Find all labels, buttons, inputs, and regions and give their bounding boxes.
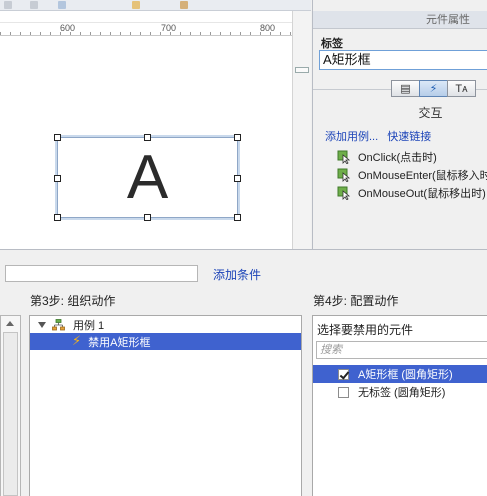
search-input[interactable]: 搜索 (316, 341, 487, 359)
widget-checkbox[interactable] (338, 368, 349, 380)
event-onmouseenter[interactable]: OnMouseEnter(鼠标移入时 (337, 166, 487, 184)
ruler-tick (0, 32, 1, 35)
add-case-link[interactable]: 添加用例... (325, 131, 378, 143)
event-onclick[interactable]: OnClick(点击时) (337, 148, 487, 166)
widget-row[interactable]: 无标签 (圆角矩形) (313, 383, 487, 401)
ruler-tick (180, 32, 181, 35)
resize-handle[interactable] (144, 214, 151, 221)
actions-scrollbar[interactable] (0, 315, 21, 496)
rectangle-widget[interactable]: A (57, 137, 238, 218)
config-title: 选择要禁用的元件 (317, 323, 414, 337)
resize-handle[interactable] (54, 134, 61, 141)
widget-checkbox[interactable] (338, 386, 349, 398)
ruler-tick (110, 32, 111, 35)
widget-label: A矩形框 (圆角矩形) (358, 369, 453, 381)
resize-handle[interactable] (54, 214, 61, 221)
case-icon (52, 318, 65, 331)
ruler-label: 600 (60, 23, 76, 33)
event-label: OnMouseEnter(鼠标移入时 (358, 170, 487, 182)
scroll-up-icon[interactable] (6, 321, 14, 326)
align-icon[interactable] (30, 1, 38, 9)
event-label: OnMouseOut(鼠标移出时) (358, 188, 486, 200)
ruler-tick (120, 32, 121, 35)
property-tabs: ▤ ⚡ Tᴀ (391, 80, 476, 97)
color-icon[interactable] (58, 1, 66, 9)
ruler-tick (170, 32, 171, 35)
event-onmouseout[interactable]: OnMouseOut(鼠标移出时) (337, 184, 487, 202)
resize-handle[interactable] (234, 134, 241, 141)
event-cursor-icon (337, 186, 351, 201)
step3-title: 第3步: 组织动作 (30, 294, 116, 308)
notes-tab[interactable]: ▤ (391, 80, 420, 97)
ruler-tick (100, 32, 101, 35)
scrollbar-track[interactable] (3, 332, 18, 496)
event-cursor-icon (337, 168, 351, 183)
tree-case-row[interactable]: 用例 1 (30, 316, 301, 333)
ruler-tick (200, 32, 201, 35)
ruler-tick (240, 32, 241, 35)
style-icon[interactable] (132, 1, 140, 9)
tree-action-row[interactable]: ⚡ 禁用A矩形框 (30, 333, 301, 350)
ruler-tick (250, 32, 251, 35)
collapse-arrow-icon[interactable] (38, 321, 46, 328)
interactions-tab[interactable]: ⚡ (419, 80, 448, 97)
ruler-tick (260, 32, 261, 35)
ruler-tick (60, 32, 61, 35)
ruler-tick (220, 32, 221, 35)
ruler-tick (40, 32, 41, 35)
widget-row[interactable]: A矩形框 (圆角矩形) (313, 365, 487, 383)
scrollbar-thumb[interactable] (295, 67, 309, 73)
ruler-tick (270, 32, 271, 35)
interaction-links: 添加用例... 快速链接 (325, 128, 437, 144)
ruler-tick (10, 32, 11, 35)
ruler-label: 800 (260, 23, 276, 33)
config-panel: 选择要禁用的元件 搜索 A矩形框 (圆角矩形) 无标签 (圆角矩形) (312, 315, 487, 496)
ruler-tick (160, 32, 161, 35)
event-list: OnClick(点击时) OnMouseEnter(鼠标移入时 OnMouseO… (337, 148, 487, 202)
ruler-tick (140, 32, 141, 35)
widget-label: 无标签 (圆角矩形) (358, 387, 446, 399)
label-caption: 标签 (321, 38, 343, 50)
ruler-tick (30, 32, 31, 35)
resize-handle[interactable] (54, 175, 61, 182)
ruler-tick (280, 32, 281, 35)
ruler-tick (130, 32, 131, 35)
action-tree: 用例 1 ⚡ 禁用A矩形框 (29, 315, 302, 496)
event-cursor-icon (337, 150, 351, 165)
horizontal-ruler: 600 700 800 (0, 22, 292, 36)
event-label: OnClick(点击时) (358, 152, 437, 164)
step4-title: 第4步: 配置动作 (313, 294, 399, 308)
ruler-label: 700 (161, 23, 177, 33)
resize-handle[interactable] (234, 175, 241, 182)
widget-text: A (126, 143, 169, 212)
properties-panel: 元件属性 标签 A矩形框 ▤ ⚡ Tᴀ 交互 添加用例... 快速链接 OnCl… (312, 0, 487, 249)
case-editor-dialog: 添加条件 第3步: 组织动作 第4步: 配置动作 用例 1 ⚡ 禁用A矩形框 选… (0, 249, 487, 496)
ruler-tick (150, 32, 151, 35)
interaction-title: 交互 (418, 106, 443, 120)
ruler-tick (50, 32, 51, 35)
ruler-tick (90, 32, 91, 35)
ruler-tick (80, 32, 81, 35)
top-toolbar (0, 0, 311, 11)
case-label: 用例 1 (73, 319, 105, 332)
canvas-scrollbar[interactable] (292, 11, 311, 249)
label-input[interactable]: A矩形框 (319, 50, 487, 70)
quick-link[interactable]: 快速链接 (387, 131, 431, 143)
ruler-tick (210, 32, 211, 35)
case-description-input[interactable] (5, 265, 198, 282)
arrange-icon[interactable] (180, 1, 188, 9)
ruler-tick (70, 32, 71, 35)
style-tab[interactable]: Tᴀ (447, 80, 476, 97)
ruler-tick (190, 32, 191, 35)
ruler-tick (230, 32, 231, 35)
action-label: 禁用A矩形框 (88, 336, 151, 349)
ruler-tick (20, 32, 21, 35)
resize-handle[interactable] (144, 134, 151, 141)
add-condition-link[interactable]: 添加条件 (213, 266, 261, 283)
ruler-tick (290, 32, 291, 35)
resize-handle[interactable] (234, 214, 241, 221)
panel-title: 元件属性 (313, 11, 487, 29)
lightning-icon: ⚡ (72, 334, 82, 349)
grid-icon[interactable] (4, 1, 12, 9)
